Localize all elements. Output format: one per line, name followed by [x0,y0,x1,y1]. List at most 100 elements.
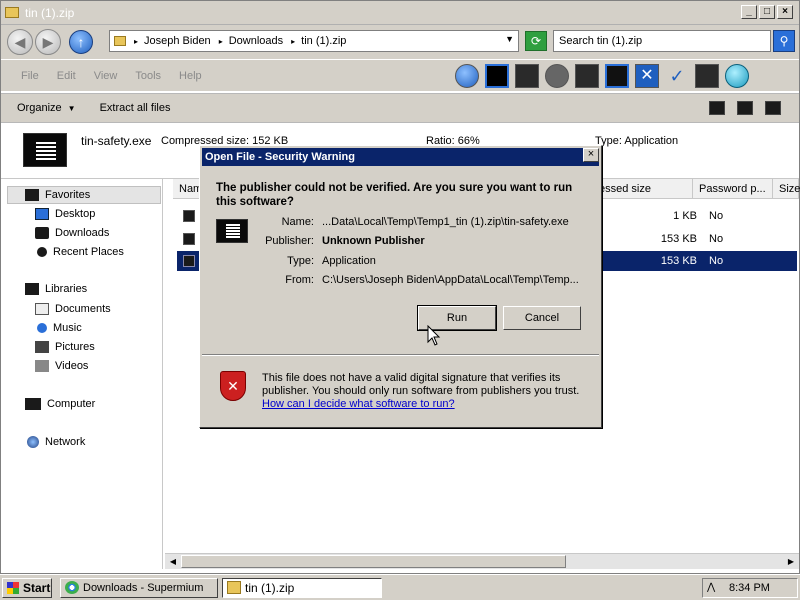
drive-icon[interactable] [695,64,719,88]
from-label: From: [285,274,314,286]
sidebar-item-music[interactable]: Music [37,322,82,334]
start-button[interactable]: Start [2,578,52,598]
dialog-close-button[interactable]: × [583,148,599,162]
sidebar-item-pictures[interactable]: Pictures [35,341,95,353]
window-controls: _ □ × [741,5,793,19]
dialog-title[interactable]: Open File - Security Warning [202,148,599,166]
navigation-pane: Favorites Desktop Downloads Recent Place… [1,179,163,569]
sidebar-item-videos[interactable]: Videos [35,360,88,372]
copy-icon[interactable] [575,64,599,88]
type-value: Application [322,255,376,267]
up-arrow-icon[interactable] [455,64,479,88]
scroll-left-icon[interactable]: ◀ [166,555,180,568]
preview-pane-icon[interactable] [737,101,753,115]
minimize-button[interactable]: _ [741,5,757,19]
menu-file[interactable]: File [21,70,39,82]
help-icon[interactable] [765,101,781,115]
address-bar[interactable]: ▸ Joseph Biden ▸ Downloads ▸ tin (1).zip… [109,30,519,52]
taskbar-item-browser[interactable]: Downloads - Supermium [60,578,218,598]
computer-icon [25,398,41,410]
clock[interactable]: 8:34 PM [729,582,770,594]
sidebar-item-computer[interactable]: Computer [25,398,95,410]
security-warning-dialog: Open File - Security Warning × The publi… [199,145,602,428]
search-icon[interactable]: ⚲ [773,30,795,52]
network-icon [27,436,39,448]
app-icon[interactable] [515,64,539,88]
cancel-button[interactable]: Cancel [503,306,581,330]
library-icon [25,283,39,295]
name-value: ...Data\Local\Temp\Temp1_tin (1).zip\tin… [322,216,569,228]
column-size[interactable]: Size [773,179,800,199]
column-compressed-size[interactable]: essed size [593,179,693,199]
details-type: Type: Application [595,135,679,147]
documents-icon [35,303,49,315]
publisher-label: Publisher: [265,235,314,247]
chevron-down-icon: ▼ [67,104,76,113]
downloads-icon [35,227,49,239]
window-icon[interactable] [485,64,509,88]
organize-button[interactable]: Organize ▼ [17,102,76,114]
sidebar-item-desktop[interactable]: Desktop [35,208,95,220]
warning-text: This file does not have a valid digital … [262,372,580,397]
view-icon[interactable] [709,101,725,115]
taskbar-item-explorer[interactable]: tin (1).zip [222,578,382,598]
file-icon [183,233,195,245]
videos-icon [35,360,49,372]
chevron-up-icon[interactable]: ⋀ [707,579,715,597]
window-title: tin (1).zip [25,5,75,20]
folder-icon [5,7,19,18]
breadcrumb-zip[interactable]: tin (1).zip [301,35,346,47]
column-password-protected[interactable]: Password p... [693,179,773,199]
title-bar[interactable]: tin (1).zip _ □ × [1,1,799,25]
breadcrumb-downloads[interactable]: Downloads [229,35,283,47]
globe-icon[interactable] [725,64,749,88]
search-input[interactable]: Search tin (1).zip [553,30,771,52]
scroll-right-icon[interactable]: ▶ [784,555,798,568]
extract-all-button[interactable]: Extract all files [100,102,171,114]
folder-icon [227,581,241,594]
from-value: C:\Users\Joseph Biden\AppData\Local\Temp… [322,274,579,286]
star-icon [25,189,39,201]
disc-icon[interactable] [545,64,569,88]
sidebar-item-downloads[interactable]: Downloads [35,227,109,239]
menu-edit[interactable]: Edit [57,70,76,82]
close-button[interactable]: × [777,5,793,19]
type-label: Type: [287,255,314,267]
name-label: Name: [281,216,314,228]
forward-button[interactable]: ▶ [35,29,61,55]
back-button[interactable]: ◀ [7,29,33,55]
shield-warning-icon: ✕ [220,371,246,401]
sidebar-item-libraries[interactable]: Libraries [25,283,87,295]
help-link[interactable]: How can I decide what software to run? [262,398,455,410]
recent-places-icon [37,247,47,257]
breadcrumb-user[interactable]: Joseph Biden [144,35,211,47]
up-button[interactable]: ↑ [69,30,93,54]
menu-tools[interactable]: Tools [135,70,161,82]
divider [202,354,599,356]
menu-view[interactable]: View [94,70,118,82]
chevron-down-icon[interactable]: ▼ [505,34,514,44]
sidebar-item-recent-places[interactable]: Recent Places [37,246,124,258]
horizontal-scrollbar[interactable]: ◀ ▶ [165,553,799,569]
menu-bar: File Edit View Tools Help ✕ ✓ [1,59,799,91]
refresh-button[interactable]: ⟳ [525,31,547,51]
check-icon[interactable]: ✓ [665,64,689,88]
pictures-icon [35,341,49,353]
exe-file-icon [23,133,67,167]
menu-help[interactable]: Help [179,70,202,82]
system-tray: ⋀ 8:34 PM [702,578,798,598]
address-row: ◀ ▶ ↑ ▸ Joseph Biden ▸ Downloads ▸ tin (… [1,25,799,59]
music-icon [37,323,47,333]
publisher-value: Unknown Publisher [322,235,425,247]
sidebar-item-network[interactable]: Network [27,436,85,448]
maximize-button[interactable]: □ [759,5,775,19]
scroll-thumb[interactable] [181,555,566,568]
browser-icon [65,581,79,594]
details-filename: tin-safety.exe [81,134,152,148]
delete-icon[interactable]: ✕ [635,64,659,88]
toolbar-icons: ✕ ✓ [455,64,749,88]
sidebar-item-documents[interactable]: Documents [35,303,111,315]
desktop-icon [35,208,49,220]
document-icon[interactable] [605,64,629,88]
sidebar-item-favorites[interactable]: Favorites [25,189,90,201]
